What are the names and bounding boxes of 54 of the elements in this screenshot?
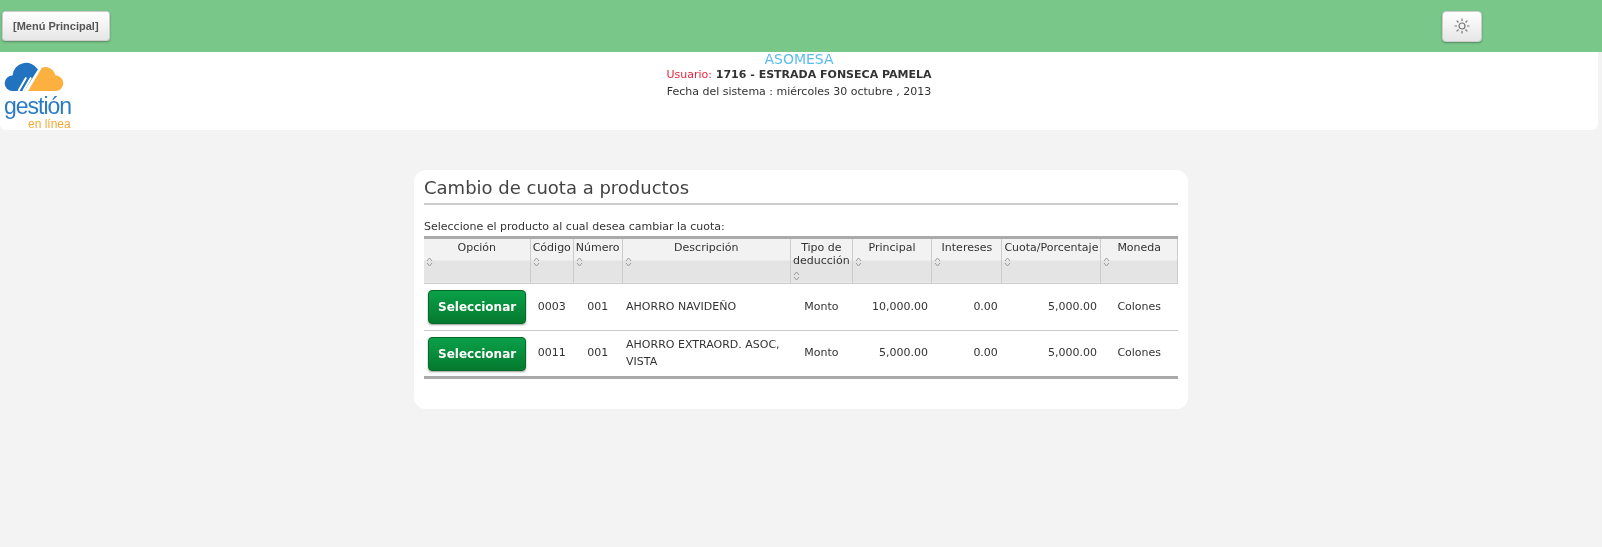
header-label: Tipo de deducción (793, 240, 850, 268)
table-cell: Monto (804, 299, 839, 313)
table-cell: 5,000.00 (878, 346, 928, 360)
table-cell: 5,000.00 (1047, 299, 1097, 313)
column-header[interactable]: Descripción (622, 237, 791, 284)
table-cell: AHORRO NAVIDEÑO (626, 299, 737, 313)
table-cell: Colones (1117, 299, 1162, 313)
column-header[interactable]: Intereses (931, 237, 1002, 284)
column-header[interactable]: Moneda (1100, 237, 1178, 284)
sort-icon[interactable] (624, 257, 632, 268)
sort-icon[interactable] (934, 257, 942, 268)
select-button[interactable]: Seleccionar (428, 336, 527, 371)
settings-button[interactable] (1442, 10, 1482, 42)
table-cell: 001 (587, 299, 609, 313)
header-label: Intereses (940, 240, 994, 255)
sort-icon[interactable] (1103, 257, 1111, 268)
header-label: Opción (456, 240, 498, 255)
sort-icon[interactable] (575, 257, 583, 268)
sort-icon[interactable] (426, 257, 433, 268)
header-label: Descripción (673, 240, 740, 255)
table-cell: 10,000.00 (871, 299, 928, 313)
header-label: Código (532, 240, 571, 255)
organization-name: ASOMESA (764, 52, 834, 68)
table-cell: 0.00 (973, 346, 998, 360)
header-label: Moneda (1116, 240, 1163, 255)
column-header[interactable]: Tipo de deducción (790, 237, 853, 284)
system-date: Fecha del sistema : miércoles 30 octubre , 2013 (666, 83, 932, 100)
instruction-text: Seleccione el producto al cual desea cambiar la cuota: (424, 219, 726, 235)
main-menu-button[interactable]: [Menú Principal] (2, 11, 110, 41)
sort-icon[interactable] (854, 257, 862, 268)
header-label: Principal (867, 240, 917, 255)
table-cell: 0003 (537, 299, 566, 313)
column-header[interactable]: Opción (424, 237, 531, 284)
table-cell: 5,000.00 (1047, 346, 1097, 360)
sort-icon[interactable] (793, 271, 801, 281)
logo-text: gestión (4, 95, 72, 118)
select-button[interactable]: Seleccionar (428, 290, 527, 324)
column-header[interactable]: Principal (852, 237, 932, 284)
table-cell: AHORRO EXTRAORD. ASOC, VISTA (626, 338, 780, 368)
sort-icon[interactable] (532, 257, 540, 268)
sort-icon[interactable] (1004, 257, 1012, 268)
header-label: Cuota/Porcentaje (1004, 240, 1099, 255)
panel-title: Cambio de cuota a productos (424, 174, 1178, 205)
logo-tagline: en línea (28, 118, 71, 130)
column-header[interactable]: Código (530, 237, 574, 284)
table-cell: Colones (1117, 346, 1162, 360)
table-cell: 0011 (537, 346, 566, 360)
header-label: Número (575, 240, 620, 255)
column-header[interactable]: Número (573, 237, 623, 284)
table-cell: 001 (587, 346, 609, 360)
user-line: Usuario: 1716 - ESTRADA FONSECA PAMELA (666, 67, 932, 84)
table-cell: 0.00 (973, 299, 998, 313)
table-cell: Monto (804, 346, 839, 360)
column-header[interactable]: Cuota/Porcentaje (1001, 237, 1101, 284)
